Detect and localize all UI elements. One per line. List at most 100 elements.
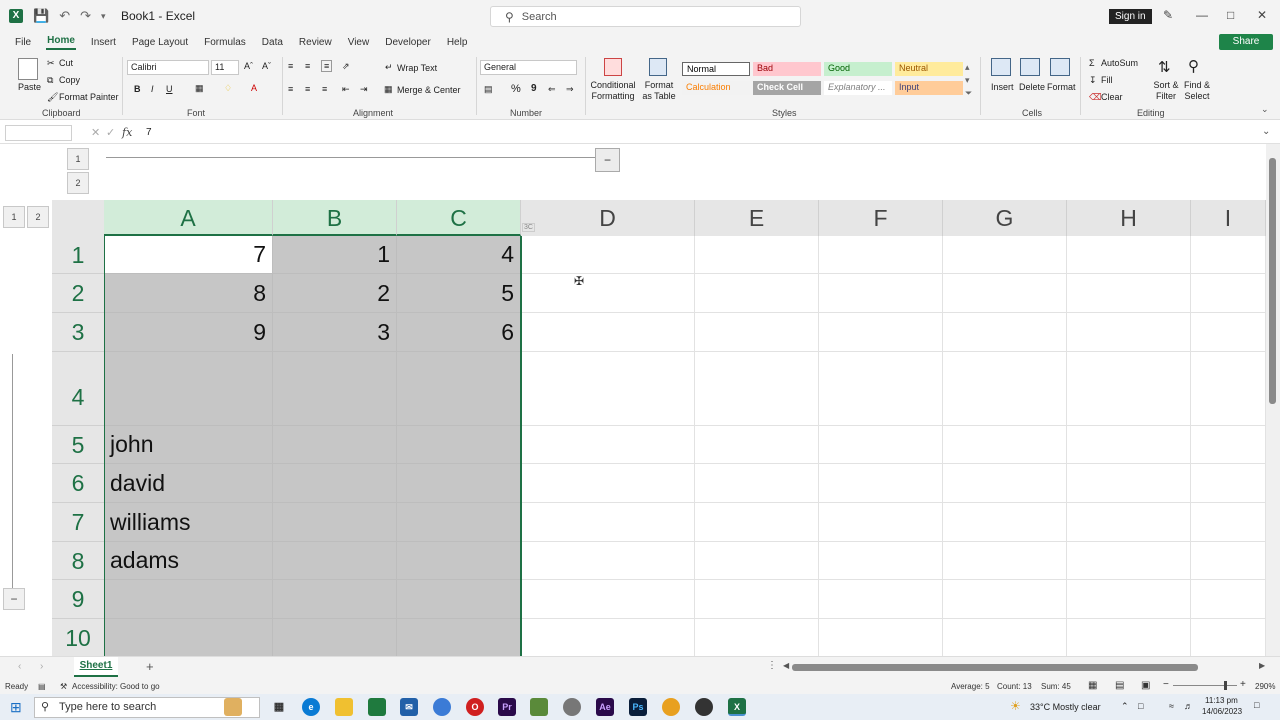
column-header-g[interactable]: G (943, 200, 1067, 236)
column-header-e[interactable]: E (695, 200, 819, 236)
select-all-corner[interactable] (52, 200, 104, 236)
format-as-table-icon[interactable] (649, 58, 667, 76)
cell-f6[interactable] (819, 464, 943, 503)
premiere-icon[interactable]: Pr (498, 698, 516, 716)
row-header-3[interactable]: 3 (52, 313, 104, 352)
cell-g7[interactable] (943, 503, 1067, 542)
pen-icon[interactable]: ✎ (1163, 8, 1173, 22)
cell-h5[interactable] (1067, 426, 1191, 464)
vpn-icon[interactable] (433, 698, 451, 716)
insert-cells-button[interactable]: Insert (991, 82, 1014, 92)
cell-style-good[interactable]: Good (824, 62, 892, 76)
format-as-table-button[interactable]: Format as Table (640, 80, 678, 102)
zoom-out-icon[interactable]: − (1163, 679, 1169, 690)
accessibility-status[interactable]: Accessibility: Good to go (72, 682, 160, 691)
align-left-icon[interactable]: ≡ (288, 84, 293, 94)
vertical-scroll-thumb[interactable] (1269, 158, 1276, 404)
accounting-format-icon[interactable]: ▤ (484, 84, 493, 95)
cell-e4[interactable] (695, 352, 819, 426)
cell-style-input[interactable]: Input (895, 81, 963, 95)
cell-f7[interactable] (819, 503, 943, 542)
file-explorer-icon[interactable] (335, 698, 353, 716)
clear-icon[interactable]: ⌫ (1089, 92, 1102, 103)
column-header-c[interactable]: C (397, 200, 521, 236)
cell-c4[interactable] (397, 352, 521, 426)
column-header-a[interactable]: A (104, 200, 273, 236)
outline-col-level-1[interactable]: 1 (67, 148, 89, 170)
align-bottom-icon[interactable]: ≡ (321, 60, 333, 72)
cell-b7[interactable] (273, 503, 397, 542)
wrap-text-button[interactable]: Wrap Text (397, 63, 437, 73)
cell-g6[interactable] (943, 464, 1067, 503)
cell-f3[interactable] (819, 313, 943, 352)
save-icon[interactable]: 💾 (33, 8, 49, 24)
format-painter-icon[interactable]: 🖌 (47, 92, 58, 103)
windows-start-icon[interactable]: ⊞ (10, 699, 22, 716)
cell-a3[interactable]: 9 (104, 313, 273, 352)
cell-h9[interactable] (1067, 580, 1191, 619)
column-header-d[interactable]: D (521, 200, 695, 236)
cell-f1[interactable] (819, 236, 943, 274)
undo-icon[interactable]: ↶ (59, 8, 70, 24)
cell-g2[interactable] (943, 274, 1067, 313)
align-center-icon[interactable]: ≡ (305, 84, 310, 94)
cell-d2[interactable] (521, 274, 695, 313)
clear-button[interactable]: Clear (1101, 92, 1123, 102)
cell-g5[interactable] (943, 426, 1067, 464)
cell-i2[interactable] (1191, 274, 1266, 313)
tab-developer[interactable]: Developer (384, 37, 432, 48)
cell-e10[interactable] (695, 619, 819, 656)
tab-view[interactable]: View (347, 37, 371, 48)
merge-center-icon[interactable]: ▦ (384, 84, 393, 95)
cell-b6[interactable] (273, 464, 397, 503)
cell-style-normal[interactable]: Normal (682, 62, 750, 76)
store-icon[interactable] (368, 698, 386, 716)
tab-home[interactable]: Home (46, 35, 76, 50)
cell-c2[interactable]: 5 (397, 274, 521, 313)
clock-time[interactable]: 11:13 pm (1205, 696, 1238, 705)
sheet-tab-sheet1[interactable]: Sheet1 (74, 657, 118, 677)
name-box[interactable] (5, 125, 72, 141)
row-header-4[interactable]: 4 (52, 352, 104, 426)
cell-style-explanatory[interactable]: Explanatory ... (824, 81, 892, 95)
font-size-select[interactable]: 11 (211, 60, 239, 75)
paste-button[interactable]: Paste (18, 82, 41, 92)
zoom-slider[interactable] (1173, 685, 1237, 686)
cell-h8[interactable] (1067, 542, 1191, 580)
collapse-group-button[interactable]: − (595, 148, 620, 172)
app-icon[interactable] (530, 698, 548, 716)
insert-cells-icon[interactable] (991, 58, 1011, 76)
cell-h6[interactable] (1067, 464, 1191, 503)
cell-b1[interactable]: 1 (273, 236, 397, 274)
cell-i10[interactable] (1191, 619, 1266, 656)
page-layout-view-icon[interactable]: ▤ (1115, 680, 1124, 691)
copy-button[interactable]: Copy (59, 75, 80, 85)
tab-formulas[interactable]: Formulas (203, 37, 247, 48)
photoshop-icon[interactable]: Ps (629, 698, 647, 716)
font-name-select[interactable]: Calibri (127, 60, 209, 75)
opera-icon[interactable]: O (466, 698, 484, 716)
cell-g10[interactable] (943, 619, 1067, 656)
row-header-5[interactable]: 5 (52, 426, 104, 464)
fill-icon[interactable]: ↧ (1089, 75, 1097, 86)
bold-button[interactable]: B (134, 84, 141, 94)
tab-help[interactable]: Help (446, 37, 469, 48)
cell-e5[interactable] (695, 426, 819, 464)
styles-more-icon[interactable]: ⏷ (965, 88, 972, 99)
orientation-icon[interactable]: ⇗ (342, 61, 350, 72)
cell-d1[interactable] (521, 236, 695, 274)
cell-b2[interactable]: 2 (273, 274, 397, 313)
scroll-left-icon[interactable]: ◀ (783, 661, 789, 670)
row-header-2[interactable]: 2 (52, 274, 104, 313)
zoom-slider-thumb[interactable] (1224, 681, 1227, 690)
cell-i8[interactable] (1191, 542, 1266, 580)
mail-icon[interactable]: ✉ (400, 698, 418, 716)
accessibility-icon[interactable]: ⚒ (60, 682, 67, 691)
cell-h7[interactable] (1067, 503, 1191, 542)
column-header-b[interactable]: B (273, 200, 397, 236)
cell-a10[interactable] (104, 619, 273, 656)
cell-b4[interactable] (273, 352, 397, 426)
decrease-decimal-icon[interactable]: ⇒ (566, 84, 574, 95)
row-header-10[interactable]: 10 (52, 619, 104, 656)
increase-decimal-icon[interactable]: ⇐ (548, 84, 556, 95)
